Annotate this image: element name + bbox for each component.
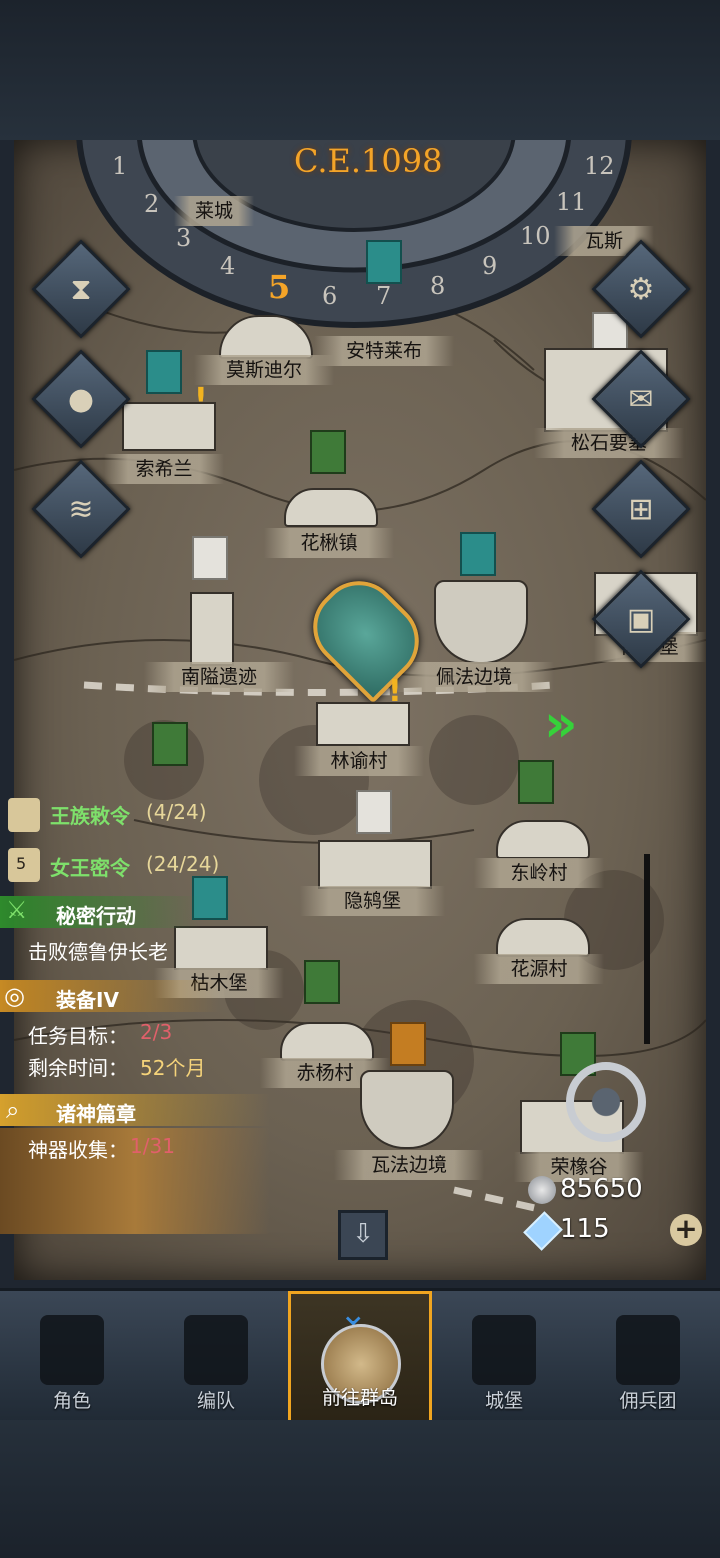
tab-label: 前往群岛	[321, 1387, 398, 1409]
castle-icon	[472, 1315, 536, 1385]
quest-progress: (24/24)	[146, 852, 220, 876]
location-label-dongling[interactable]: 东岭村	[474, 858, 604, 888]
calendar-month-8: 8	[430, 272, 446, 300]
quest-title: 诸神篇章	[56, 1102, 136, 1126]
tab-formation[interactable]: 编队	[144, 1291, 288, 1423]
town-icon-dongling[interactable]	[496, 820, 590, 859]
calendar-month-4: 4	[220, 252, 236, 280]
scroll-icon	[8, 798, 40, 832]
scroll-icon: ≋	[68, 491, 94, 527]
tab-mercenary[interactable]: 佣兵团	[576, 1291, 720, 1423]
location-label-lai-cheng: 莱城	[174, 196, 254, 226]
location-label-huayuan[interactable]: 花源村	[474, 954, 604, 984]
location-label-mosidier[interactable]: 莫斯迪尔	[194, 355, 334, 385]
banner-teal	[460, 532, 496, 576]
banner-white	[356, 790, 392, 834]
tab-label: 编队	[196, 1390, 235, 1412]
quest-time-label: 剩余时间：	[28, 1056, 128, 1080]
location-label-wafa[interactable]: 瓦法边境	[334, 1150, 484, 1180]
calendar-month-7: 7	[376, 282, 392, 310]
tab-label: 佣兵团	[619, 1390, 677, 1412]
quest-badge: 5	[16, 854, 27, 873]
locate-icon[interactable]	[566, 1062, 646, 1142]
town-icon-chiyang[interactable]	[280, 1022, 374, 1061]
town-icon-huayuan[interactable]	[496, 918, 590, 957]
tab-label: 角色	[52, 1390, 91, 1412]
add-currency-button[interactable]: +	[670, 1214, 702, 1246]
town-icon-yindong[interactable]	[318, 840, 432, 889]
calendar-month-9: 9	[482, 252, 498, 280]
calendar-month-current[interactable]: 5	[268, 268, 290, 306]
tab-character[interactable]: 角色	[0, 1291, 144, 1423]
banner-orange	[390, 1022, 426, 1066]
banner-teal	[366, 240, 402, 284]
banner-green	[518, 760, 554, 804]
crate-icon: ▣	[626, 601, 656, 637]
quest-title: 女王密令	[50, 856, 130, 880]
silver-coin-icon	[528, 1176, 556, 1204]
knight-icon	[40, 1315, 104, 1385]
quest-progress: (4/24)	[146, 800, 207, 824]
location-label-nanai[interactable]: 南隘遗迹	[144, 662, 294, 692]
quest-time-value: 52个月	[140, 1056, 206, 1080]
tab-islands[interactable]: ⌄ 前往群岛	[288, 1291, 432, 1423]
town-icon-linyu[interactable]	[316, 702, 410, 746]
town-icon-nanai[interactable]	[190, 592, 234, 666]
money-bag-icon: ●	[67, 381, 95, 417]
calendar-month-6: 6	[322, 282, 338, 310]
location-label-peifa[interactable]: 佩法边境	[394, 662, 554, 692]
silver-amount: 85650	[560, 1174, 643, 1204]
crossed-swords-icon: ⚔	[6, 896, 28, 924]
quest-target-label: 任务目标：	[28, 1024, 128, 1048]
mail-icon: ✉	[628, 381, 654, 417]
calendar-month-2: 2	[144, 190, 160, 218]
location-label-yindong[interactable]: 隐鸫堡	[300, 886, 445, 916]
tab-label: 城堡	[484, 1390, 523, 1412]
target-icon: ◎	[4, 982, 25, 1010]
location-label-antelaibu[interactable]: 安特莱布	[314, 336, 454, 366]
bottom-backdrop	[0, 1420, 720, 1558]
quest-title: 秘密行动	[56, 904, 136, 928]
crystal-amount: 115	[560, 1214, 610, 1244]
calendar-month-10: 10	[520, 222, 551, 250]
banner-teal	[146, 350, 182, 394]
location-label-linyu[interactable]: 林谕村	[294, 746, 424, 776]
quest-collect-value: 1/31	[130, 1134, 175, 1158]
calendar-era: C.E.1098	[294, 142, 443, 180]
collapse-panel-button[interactable]: ⇩	[338, 1210, 388, 1260]
hourglass-icon: ⧗	[70, 271, 92, 307]
quest-target-value: 2/3	[140, 1020, 173, 1044]
bottom-tab-bar: 角色 编队 ⌄ 前往群岛 城堡 佣兵团	[0, 1288, 720, 1423]
magnifier-icon: ⌕	[6, 1096, 20, 1124]
calendar-month-12: 12	[584, 152, 615, 180]
town-icon-suoxilan[interactable]	[122, 402, 216, 451]
gear-icon: ⚙	[627, 271, 655, 307]
gate-icon: ⊞	[628, 491, 654, 527]
banner-green	[152, 722, 188, 766]
mercenary-icon	[616, 1315, 680, 1385]
location-label-huaqiu[interactable]: 花楸镇	[264, 528, 394, 558]
quest-collect-label: 神器收集：	[28, 1138, 128, 1162]
helmet-icon	[184, 1315, 248, 1385]
tab-castle[interactable]: 城堡	[432, 1291, 576, 1423]
calendar-month-3: 3	[176, 224, 192, 252]
town-icon-kumu[interactable]	[174, 926, 268, 970]
town-icon-peifa[interactable]	[434, 580, 528, 664]
quest-title: 装备IV	[56, 988, 119, 1012]
quest-desc: 击败德鲁伊长老	[28, 940, 168, 964]
quest-title: 王族敕令	[50, 804, 130, 828]
top-backdrop	[0, 0, 720, 140]
location-label-songshi[interactable]: 松石要塞	[534, 428, 684, 458]
calendar-month-1: 1	[112, 152, 128, 180]
calendar-month-11: 11	[556, 188, 587, 216]
chevron-right-icon[interactable]: »	[544, 694, 578, 754]
banner-white	[192, 536, 228, 580]
scroll-track[interactable]	[644, 854, 650, 1044]
banner-green	[304, 960, 340, 1004]
banner-green	[310, 430, 346, 474]
town-icon-huaqiu[interactable]	[284, 488, 378, 527]
location-label-suoxilan[interactable]: 索希兰	[104, 454, 224, 484]
